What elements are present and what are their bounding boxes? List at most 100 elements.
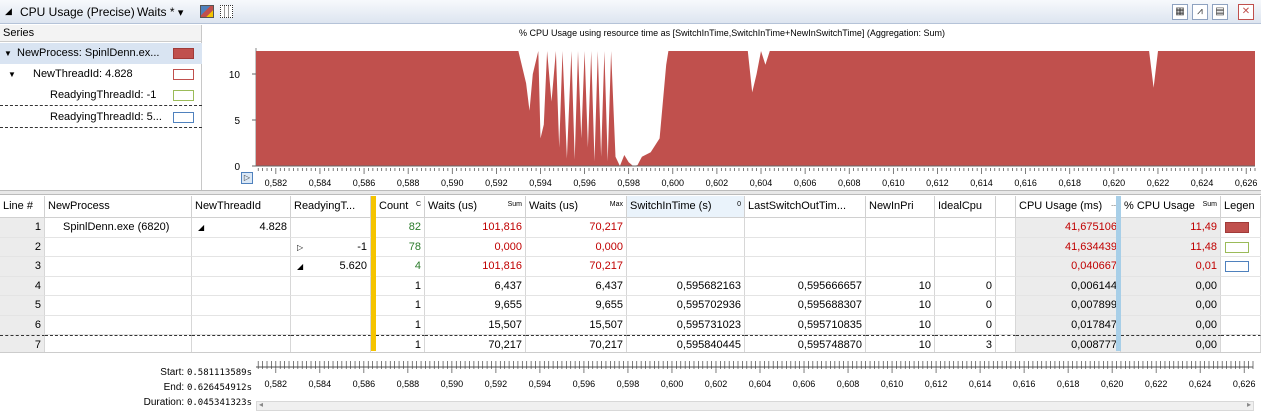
table-cell[interactable]: 15,507 [425, 315, 526, 335]
table-cell[interactable] [996, 218, 1016, 238]
table-cell[interactable]: 0,007899 [1016, 296, 1121, 316]
table-cell[interactable]: 0,040667 [1016, 257, 1121, 277]
table-cell[interactable] [627, 218, 745, 238]
table-cell[interactable]: 0 [935, 296, 996, 316]
table-cell[interactable]: 0,595682163 [627, 276, 745, 296]
table-cell[interactable]: 82 [376, 218, 425, 238]
table-cell[interactable] [996, 315, 1016, 335]
table-cell[interactable]: 1 [376, 296, 425, 316]
table-cell[interactable]: 0,000 [526, 237, 627, 257]
table-cell[interactable]: 0,595666657 [745, 276, 866, 296]
table-cell[interactable] [45, 257, 192, 277]
column-header[interactable]: Line # [0, 196, 45, 218]
series-color-swatch[interactable] [173, 69, 194, 80]
table-cell[interactable]: 9,655 [526, 296, 627, 316]
table-cell[interactable] [45, 276, 192, 296]
scroll-right-arrow-icon[interactable]: ▸ [1247, 400, 1251, 409]
table-cell[interactable] [1221, 296, 1261, 316]
graph-only-view-icon[interactable]: ⩘ [1192, 4, 1208, 20]
table-cell[interactable]: 11,48 [1121, 237, 1221, 257]
cpu-usage-chart[interactable]: % CPU Usage using resource time as [Swit… [203, 25, 1261, 190]
scroll-left-arrow-icon[interactable]: ◂ [259, 400, 263, 409]
table-cell[interactable]: 41,634439 [1016, 237, 1121, 257]
column-header[interactable]: IdealCpu [935, 196, 996, 218]
table-cell[interactable]: 10 [866, 276, 935, 296]
table-cell[interactable]: 0,595731023 [627, 315, 745, 335]
graph-type-icon[interactable] [200, 5, 214, 18]
series-color-swatch[interactable] [173, 48, 194, 59]
table-cell[interactable] [192, 315, 291, 335]
table-cell[interactable]: 0,000 [425, 237, 526, 257]
table-cell[interactable]: 0 [935, 315, 996, 335]
table-cell[interactable]: 6,437 [425, 276, 526, 296]
table-cell[interactable]: 41,675106 [1016, 218, 1121, 238]
column-header[interactable]: NewInPri [866, 196, 935, 218]
chart-plot[interactable]: 0 5 10 0,582 0,584 0,586 0,588 0,590 0,592 0,594 0… [203, 25, 1261, 190]
table-cell[interactable]: ◢ 5.620 [291, 257, 371, 277]
table-cell[interactable]: 70,217 [526, 218, 627, 238]
table-cell[interactable]: 10 [866, 315, 935, 335]
table-cell[interactable]: 0,00 [1121, 315, 1221, 335]
expand-arrow-icon[interactable]: ▼ [4, 43, 12, 64]
selection-bar-yellow[interactable] [371, 196, 376, 351]
table-cell[interactable]: 0,006144 [1016, 276, 1121, 296]
table-cell[interactable]: 0,017847 [1016, 315, 1121, 335]
expand-arrow-icon[interactable]: ◢ [198, 218, 204, 237]
table-cell[interactable] [291, 296, 371, 316]
table-cell[interactable] [291, 276, 371, 296]
table-cell[interactable] [935, 237, 996, 257]
time-scrollbar[interactable]: ◂ ▸ [256, 400, 1254, 411]
chart-expand-icon[interactable]: ▷ [241, 172, 253, 184]
column-header[interactable]: Waits (us) Max [526, 196, 627, 218]
column-header[interactable]: CPU Usage (ms)... [1016, 196, 1121, 218]
legend-swatch[interactable] [1225, 261, 1249, 272]
table-cell[interactable] [996, 257, 1016, 277]
table-cell[interactable]: 101,816 [425, 218, 526, 238]
table-cell[interactable] [1221, 276, 1261, 296]
table-cell[interactable] [996, 276, 1016, 296]
table-cell[interactable] [45, 315, 192, 335]
table-cell[interactable]: 9,655 [425, 296, 526, 316]
table-cell[interactable] [291, 218, 371, 238]
table-cell[interactable] [935, 257, 996, 277]
series-row-process[interactable]: ▼ NewProcess: SpinlDenn.ex... [0, 43, 202, 64]
legend-swatch[interactable] [1225, 241, 1249, 253]
table-cell[interactable]: 0,00 [1121, 276, 1221, 296]
table-cell[interactable] [192, 296, 291, 316]
table-cell[interactable]: ▷ -1 [291, 237, 371, 257]
legend-swatch[interactable] [1225, 222, 1249, 233]
table-cell[interactable]: 1 [376, 276, 425, 296]
table-cell[interactable]: 15,507 [526, 315, 627, 335]
table-cell[interactable]: 1 [0, 218, 45, 238]
table-cell[interactable] [627, 257, 745, 277]
table-cell[interactable]: 11,49 [1121, 218, 1221, 238]
time-ruler[interactable]: 0,582 0,584 0,586 0,588 0,590 0,592 0,594 0,596… [256, 361, 1256, 405]
table-cell[interactable] [866, 257, 935, 277]
table-cell[interactable] [45, 237, 192, 257]
table-cell[interactable]: 101,816 [425, 257, 526, 277]
column-header[interactable]: Count C [376, 196, 425, 218]
cpu-area-series[interactable] [256, 51, 1255, 166]
series-row-readying-1[interactable]: ReadyingThreadId: -1 [0, 85, 202, 106]
table-cell[interactable] [996, 237, 1016, 257]
selection-bar-blue[interactable] [1116, 196, 1121, 351]
table-cell[interactable]: 0,595710835 [745, 315, 866, 335]
column-header[interactable]: LastSwitchOutTim... [745, 196, 866, 218]
table-cell[interactable] [745, 257, 866, 277]
table-cell[interactable]: 6 [0, 315, 45, 335]
table-cell[interactable] [1221, 218, 1261, 238]
table-cell[interactable]: 0 [935, 276, 996, 296]
table-cell[interactable] [627, 237, 745, 257]
column-header[interactable]: NewProcess [45, 196, 192, 218]
table-cell[interactable] [291, 315, 371, 335]
table-cell[interactable]: 1 [376, 315, 425, 335]
table-cell[interactable] [935, 218, 996, 238]
table-cell[interactable] [45, 296, 192, 316]
table-cell[interactable] [996, 296, 1016, 316]
selection-grid-icon[interactable] [220, 5, 233, 18]
table-cell[interactable]: 4 [0, 276, 45, 296]
series-row-readying-2[interactable]: ReadyingThreadId: 5... [0, 107, 202, 128]
table-cell[interactable]: 0,00 [1121, 296, 1221, 316]
column-header[interactable]: SwitchInTime (s) 0 [627, 196, 745, 218]
expand-arrow-icon[interactable]: ◢ [297, 257, 303, 276]
